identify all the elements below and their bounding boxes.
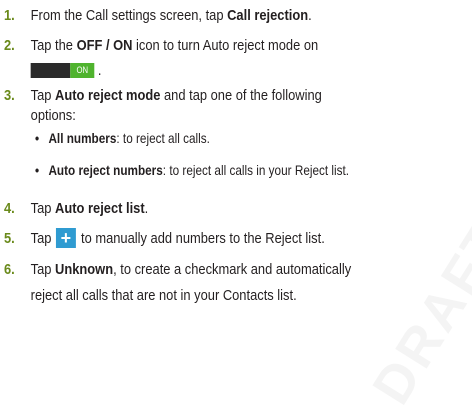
toggle-on-label: ON [70, 62, 95, 78]
step-line-2: ON . [30, 61, 472, 81]
on-off-toggle-icon: ON [30, 62, 95, 78]
step-text-end: and tap one of the following [160, 87, 322, 104]
step-keyword: OFF / ON [76, 37, 133, 54]
step-line-2: options: [30, 107, 76, 124]
step-text-end: , to create a checkmark and automaticall… [113, 261, 352, 278]
bullet-icon: • [35, 162, 40, 178]
step-6: 6. Tap Unknown, to create a checkmark an… [4, 260, 472, 306]
step-line-2: reject all calls that are not in your Co… [30, 287, 297, 304]
step-keyword: Auto reject list [55, 200, 145, 217]
step-1: 1. From the Call settings screen, tap Ca… [4, 6, 472, 26]
step-text: Tap [30, 87, 56, 104]
option-text: : to reject all calls. [116, 130, 210, 146]
step-text-end: icon to turn Auto reject mode on [132, 37, 319, 54]
step-text: Tap [30, 200, 56, 217]
step-number: 6. [4, 261, 15, 278]
step-number: 4. [4, 200, 15, 217]
step-number: 1. [4, 7, 15, 24]
step-number: 2. [4, 37, 15, 54]
step-text-end: . [144, 200, 149, 217]
plus-icon: + [56, 227, 77, 248]
step-text: Tap [30, 261, 56, 278]
step-text: Tap the [30, 37, 77, 54]
step-text-end: . [308, 7, 312, 24]
option-auto-reject-numbers: • Auto reject numbers: to reject all call… [35, 162, 472, 178]
step-keyword: Unknown [55, 261, 114, 278]
step-period: . [94, 62, 102, 79]
step-number: 3. [4, 87, 15, 104]
option-keyword: All numbers [48, 130, 117, 146]
step-text: Tap [30, 230, 56, 247]
option-text: : to reject all calls in your Reject lis… [162, 162, 350, 178]
step-text-end: to manually add numbers to the Reject li… [77, 230, 325, 247]
step-2: 2. Tap the OFF / ON icon to turn Auto re… [4, 36, 472, 81]
step-keyword: Call rejection [227, 7, 309, 24]
step-4: 4. Tap Auto reject list. [4, 199, 472, 219]
option-keyword: Auto reject numbers [48, 162, 163, 178]
step-keyword: Auto reject mode [55, 87, 161, 104]
option-all-numbers: • All numbers: to reject all calls. [35, 130, 472, 146]
step-number: 5. [4, 230, 15, 247]
step-5: 5. Tap + to manually add numbers to the … [4, 227, 472, 249]
toggle-off-segment [30, 62, 71, 78]
step-3: 3. Tap Auto reject mode and tap one of t… [4, 86, 472, 126]
bullet-icon: • [35, 130, 40, 146]
step-text: From the Call settings screen, tap [30, 7, 228, 24]
